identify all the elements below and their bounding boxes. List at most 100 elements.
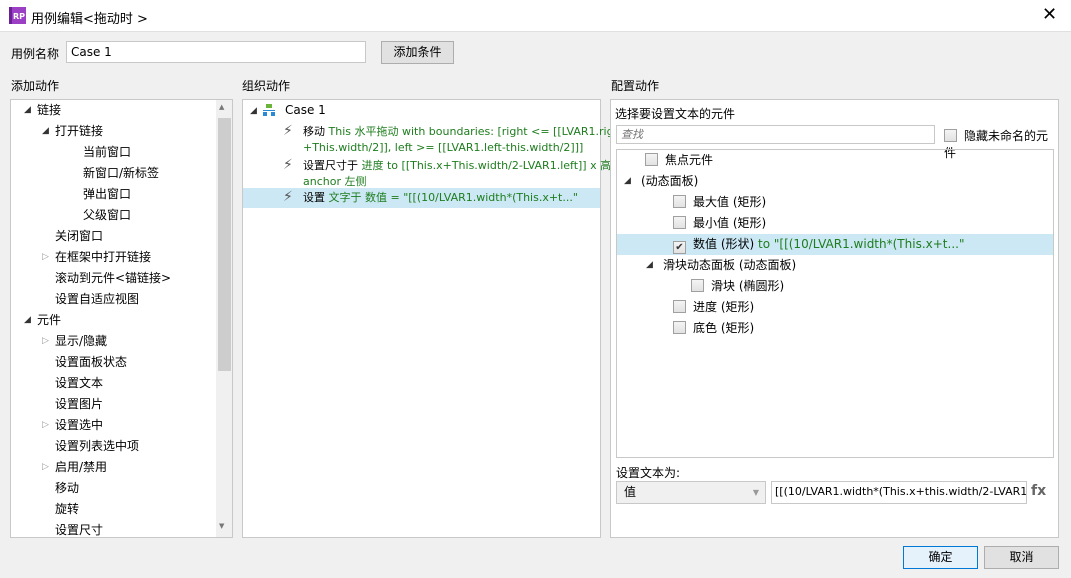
title-bar: [0, 0, 1071, 32]
case-name-input[interactable]: Case 1: [66, 41, 366, 63]
widget-label: 数值 (形状): [693, 237, 755, 251]
action-item[interactable]: ▷ 设置选中: [11, 415, 211, 436]
widget-item[interactable]: 最大值 (矩形): [617, 192, 1053, 213]
widget-checkbox[interactable]: [673, 300, 686, 313]
widget-item[interactable]: 底色 (矩形): [617, 318, 1053, 339]
widget-checkbox[interactable]: [673, 195, 686, 208]
action-item-label: 设置图片: [55, 397, 104, 411]
action-detail: This 水平拖动 with boundaries: [right <= [[L…: [328, 125, 625, 138]
add-action-heading: 添加动作: [11, 79, 60, 93]
collapsed-arrow-icon[interactable]: ▷: [42, 457, 49, 478]
action-item[interactable]: 当前窗口: [11, 142, 211, 163]
widget-label: 滑块 (椭圆形): [711, 279, 785, 293]
action-item-label: 旋转: [55, 502, 80, 516]
collapsed-arrow-icon[interactable]: ▷: [42, 415, 49, 436]
action-verb: 设置: [303, 191, 325, 204]
action-item-label: 设置面板状态: [55, 355, 128, 369]
action-item[interactable]: 父级窗口: [11, 205, 211, 226]
widget-label: (动态面板): [641, 174, 699, 188]
set-text-label: 设置文本为:: [616, 466, 681, 480]
action-row[interactable]: ⚡ 移动 This 水平拖动 with boundaries: [right <=…: [243, 122, 625, 156]
action-item[interactable]: 弹出窗口: [11, 184, 211, 205]
action-item[interactable]: ◢ 打开链接: [11, 121, 211, 142]
widget-item[interactable]: 进度 (矩形): [617, 297, 1053, 318]
action-item[interactable]: ▷ 启用/禁用: [11, 457, 211, 478]
action-item[interactable]: 滚动到元件<锚链接>: [11, 268, 211, 289]
expanded-arrow-icon[interactable]: ◢: [24, 100, 31, 121]
action-item[interactable]: 关闭窗口: [11, 226, 211, 247]
action-item[interactable]: 旋转: [11, 499, 211, 520]
expanded-arrow-icon[interactable]: ◢: [42, 121, 49, 142]
chevron-down-icon: ▼: [752, 488, 759, 497]
action-detail-cont: anchor 左侧: [303, 175, 367, 188]
widget-label: 滑块动态面板 (动态面板): [663, 258, 797, 272]
action-item[interactable]: 新窗口/新标签: [11, 163, 211, 184]
action-item[interactable]: ◢ 链接: [11, 100, 211, 121]
lightning-icon: ⚡: [283, 157, 293, 173]
text-type-select[interactable]: 值 ▼: [616, 481, 766, 504]
organize-action-panel: ◢ Case 1 ⚡ 移动 This 水平拖动 with boundaries: …: [242, 99, 625, 538]
action-row[interactable]: ⚡ 设置尺寸于 进度 to [[This.x+This.width/2-LVAR1…: [243, 156, 611, 190]
widget-checkbox[interactable]: [691, 279, 704, 292]
action-item-label: 移动: [55, 481, 80, 495]
widget-label: 底色 (矩形): [693, 321, 755, 335]
expression-input[interactable]: [[(10/LVAR1.width*(This.x+this.width/2-L…: [771, 481, 1027, 504]
scrollbar-thumb[interactable]: [218, 118, 231, 371]
expanded-arrow-icon[interactable]: ◢: [624, 171, 631, 192]
action-item[interactable]: 设置面板状态: [11, 352, 211, 373]
action-detail-cont: +This.width/2]], left >= [[LVAR1.left-th…: [303, 141, 584, 154]
widget-item[interactable]: 滑块 (椭圆形): [617, 276, 1053, 297]
scrollbar[interactable]: ▲ ▼: [216, 100, 232, 537]
widget-checkbox[interactable]: [673, 216, 686, 229]
close-icon[interactable]: ✕: [1042, 4, 1057, 25]
action-item[interactable]: 设置图片: [11, 394, 211, 415]
action-item[interactable]: 设置文本: [11, 373, 211, 394]
widget-label: 最小值 (矩形): [693, 216, 767, 230]
cancel-button[interactable]: 取消: [984, 546, 1059, 569]
action-verb: 移动: [303, 125, 325, 138]
widget-item[interactable]: 焦点元件: [617, 150, 1053, 171]
widget-item[interactable]: ◢ (动态面板): [617, 171, 1053, 192]
action-item[interactable]: 移动: [11, 478, 211, 499]
widget-item[interactable]: ✔ 数值 (形状) to "[[(10/LVAR1.width*(This.x+t…: [617, 234, 1053, 255]
widget-item[interactable]: 最小值 (矩形): [617, 213, 1053, 234]
action-item-label: 设置尺寸: [55, 523, 104, 537]
action-item-label: 设置列表选中项: [55, 439, 140, 453]
action-item[interactable]: ◢ 元件: [11, 310, 211, 331]
text-type-value: 值: [624, 485, 637, 499]
action-item-label: 弹出窗口: [83, 187, 132, 201]
add-action-tree: ◢ 链接 ◢ 打开链接当前窗口 新窗口/新标签弹出窗口父级窗口关闭窗口 ▷ 在框架中打开链接…: [10, 99, 233, 538]
action-item-label: 链接: [37, 103, 62, 117]
lightning-icon: ⚡: [283, 123, 293, 139]
widget-item[interactable]: ◢ 滑块动态面板 (动态面板): [617, 255, 1053, 276]
fx-button[interactable]: fx: [1031, 483, 1046, 499]
widget-checkbox[interactable]: ✔: [673, 241, 686, 254]
expanded-arrow-icon[interactable]: ◢: [646, 255, 653, 276]
ok-button[interactable]: 确定: [903, 546, 978, 569]
action-item-label: 打开链接: [55, 124, 104, 138]
action-item[interactable]: 设置列表选中项: [11, 436, 211, 457]
action-item[interactable]: 设置尺寸: [11, 520, 211, 537]
widget-tree: 焦点元件 ◢ (动态面板) 最大值 (矩形) 最小值 (矩形) ✔ 数值 (形状) to "…: [616, 149, 1054, 458]
action-row[interactable]: ⚡ 设置 文字于 数值 = "[[(10/LVAR1.width*(This.x+…: [243, 188, 600, 208]
collapsed-arrow-icon[interactable]: ▷: [42, 331, 49, 352]
action-item-label: 父级窗口: [83, 208, 132, 222]
widget-checkbox[interactable]: [645, 153, 658, 166]
widget-checkbox[interactable]: [673, 321, 686, 334]
action-detail: 文字于 数值 = "[[(10/LVAR1.width*(This.x+t...…: [328, 191, 578, 204]
action-item-label: 关闭窗口: [55, 229, 104, 243]
action-item[interactable]: ▷ 显示/隐藏: [11, 331, 211, 352]
widget-value: to "[[(10/LVAR1.width*(This.x+t...": [754, 237, 965, 251]
action-item-label: 设置文本: [55, 376, 104, 390]
select-widget-heading: 选择要设置文本的元件: [615, 107, 736, 121]
widget-search-input[interactable]: [616, 125, 935, 144]
expanded-arrow-icon[interactable]: ◢: [24, 310, 31, 331]
case-label[interactable]: Case 1: [285, 103, 326, 117]
collapsed-arrow-icon[interactable]: ▷: [42, 247, 49, 268]
action-item[interactable]: 设置自适应视图: [11, 289, 211, 310]
add-condition-button[interactable]: 添加条件: [381, 41, 454, 64]
action-item[interactable]: ▷ 在框架中打开链接: [11, 247, 211, 268]
window-title: 用例编辑<拖动时 >: [31, 12, 148, 27]
action-verb: 设置尺寸于: [303, 159, 358, 172]
case-name-label: 用例名称: [11, 47, 60, 61]
